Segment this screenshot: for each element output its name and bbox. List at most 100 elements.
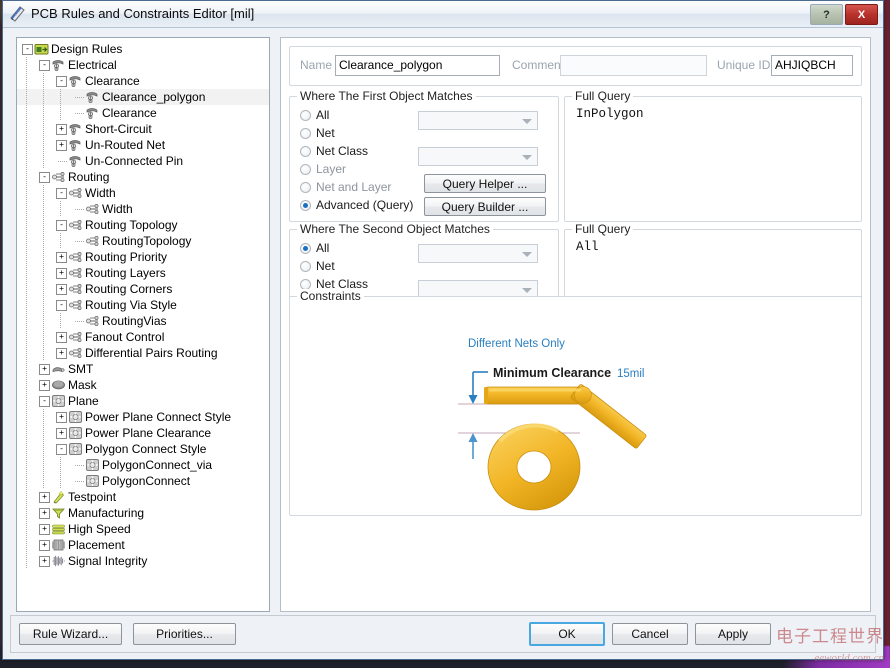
second-object-net-combo[interactable]: [418, 244, 538, 263]
design-rules-tree[interactable]: - Design Rules - Electrical - Clearance Cleara…: [16, 37, 270, 612]
tree-item-label: Width: [85, 186, 116, 200]
close-button[interactable]: X: [845, 4, 878, 25]
tree-guide-line: [43, 121, 44, 137]
tree-item-routing[interactable]: - Routing: [17, 169, 269, 185]
tree-item-mask[interactable]: + Mask: [17, 377, 269, 393]
apply-button[interactable]: Apply: [695, 623, 771, 645]
expand-toggle-icon[interactable]: +: [56, 268, 67, 279]
expand-toggle-icon[interactable]: +: [39, 380, 50, 391]
tree-item-routing-corners[interactable]: + Routing Corners: [17, 281, 269, 297]
tree-item-fanout-control[interactable]: + Fanout Control: [17, 329, 269, 345]
rule-wizard-button[interactable]: Rule Wizard...: [19, 623, 122, 645]
first-object-netclass-combo[interactable]: [418, 147, 538, 166]
tree-item-width[interactable]: Width: [17, 201, 269, 217]
tree-item-routing-topology[interactable]: - Routing Topology: [17, 217, 269, 233]
collapse-toggle-icon[interactable]: -: [39, 396, 50, 407]
collapse-toggle-icon[interactable]: -: [56, 220, 67, 231]
tree-guide-line: [43, 233, 44, 249]
routing-icon: [68, 186, 83, 200]
expand-toggle-icon[interactable]: +: [39, 556, 50, 567]
tree-item-polygonconnect[interactable]: PolygonConnect: [17, 473, 269, 489]
desktop-taskbar-strip: [0, 659, 890, 668]
tree-item-routing-priority[interactable]: + Routing Priority: [17, 249, 269, 265]
expand-toggle-icon[interactable]: +: [56, 284, 67, 295]
tree-item-signal-integrity[interactable]: + Signal Integrity: [17, 553, 269, 569]
tree-item-placement[interactable]: + Placement: [17, 537, 269, 553]
first-full-query-group: Full Query InPolygon: [564, 89, 862, 222]
expand-toggle-icon[interactable]: +: [56, 124, 67, 135]
ok-button[interactable]: OK: [529, 622, 605, 646]
collapse-toggle-icon[interactable]: -: [56, 444, 67, 455]
tree-item-manufacturing[interactable]: + Manufacturing: [17, 505, 269, 521]
tree-item-smt[interactable]: + SMT: [17, 361, 269, 377]
pcb-rules-dialog: PCB Rules and Constraints Editor [mil] ?…: [2, 0, 884, 660]
tree-item-design-rules[interactable]: - Design Rules: [17, 41, 269, 57]
expand-toggle-icon[interactable]: +: [56, 348, 67, 359]
tree-item-electrical[interactable]: - Electrical: [17, 57, 269, 73]
collapse-toggle-icon[interactable]: -: [56, 188, 67, 199]
tree-item-label: Clearance: [85, 74, 140, 88]
tree-item-label: Mask: [68, 378, 97, 392]
tree-item-differential-pairs-routing[interactable]: + Differential Pairs Routing: [17, 345, 269, 361]
second-full-query-text[interactable]: All: [576, 240, 599, 254]
tree-item-un-connected-pin[interactable]: Un-Connected Pin: [17, 153, 269, 169]
tree-item-clearance[interactable]: Clearance: [17, 105, 269, 121]
first-full-query-text[interactable]: InPolygon: [576, 107, 644, 121]
tree-item-routing-layers[interactable]: + Routing Layers: [17, 265, 269, 281]
tree-item-width[interactable]: - Width: [17, 185, 269, 201]
expand-toggle-icon[interactable]: +: [56, 140, 67, 151]
cancel-button[interactable]: Cancel: [612, 623, 688, 645]
first-object-net-combo[interactable]: [418, 111, 538, 130]
collapse-toggle-icon[interactable]: -: [56, 300, 67, 311]
first-query-builder-button[interactable]: Query Builder ...: [424, 197, 546, 216]
smt-icon: [51, 362, 66, 376]
collapse-toggle-icon[interactable]: -: [56, 76, 67, 87]
tree-item-clearance[interactable]: - Clearance: [17, 73, 269, 89]
expand-toggle-icon[interactable]: +: [39, 540, 50, 551]
tree-guide-line: [26, 393, 27, 409]
plane-icon: [68, 410, 83, 424]
routing-icon: [51, 170, 66, 184]
tree-elbow-line: [75, 113, 84, 114]
expand-toggle-icon[interactable]: +: [39, 524, 50, 535]
radio-label: All: [316, 108, 330, 122]
tree-item-short-circuit[interactable]: + Short-Circuit: [17, 121, 269, 137]
tree-item-clearance-polygon[interactable]: Clearance_polygon: [17, 89, 269, 105]
tree-item-power-plane-connect-style[interactable]: + Power Plane Connect Style: [17, 409, 269, 425]
help-button[interactable]: ?: [810, 4, 843, 25]
tree-item-routingvias[interactable]: RoutingVias: [17, 313, 269, 329]
priorities-button[interactable]: Priorities...: [133, 623, 236, 645]
tree-item-testpoint[interactable]: + Testpoint: [17, 489, 269, 505]
expand-toggle-icon[interactable]: +: [39, 492, 50, 503]
first-object-group: Where The First Object Matches All Net Net…: [289, 89, 559, 222]
plane-icon: [51, 394, 66, 408]
tree-guide-line: [43, 409, 44, 425]
unique-id-input[interactable]: AHJIQBCH: [771, 55, 853, 76]
tree-item-plane[interactable]: - Plane: [17, 393, 269, 409]
tree-guide-line: [26, 281, 27, 297]
routing-icon: [68, 282, 83, 296]
comment-input[interactable]: [560, 55, 707, 76]
first-query-helper-button[interactable]: Query Helper ...: [424, 174, 546, 193]
tree-item-routingtopology[interactable]: RoutingTopology: [17, 233, 269, 249]
minimum-clearance-value: 15mil: [617, 368, 644, 380]
tree-item-un-routed-net[interactable]: + Un-Routed Net: [17, 137, 269, 153]
collapse-toggle-icon[interactable]: -: [39, 172, 50, 183]
tree-item-routing-via-style[interactable]: - Routing Via Style: [17, 297, 269, 313]
tree-item-polygonconnect-via[interactable]: PolygonConnect_via: [17, 457, 269, 473]
expand-toggle-icon[interactable]: +: [56, 428, 67, 439]
expand-toggle-icon[interactable]: +: [56, 332, 67, 343]
constraints-group: Constraints Different Nets Only Minimum …: [289, 289, 862, 516]
tree-item-power-plane-clearance[interactable]: + Power Plane Clearance: [17, 425, 269, 441]
tree-item-high-speed[interactable]: + High Speed: [17, 521, 269, 537]
collapse-toggle-icon[interactable]: -: [22, 44, 33, 55]
tree-item-label: Un-Connected Pin: [85, 154, 184, 168]
tree-item-label: Width: [102, 202, 133, 216]
name-input[interactable]: Clearance_polygon: [335, 55, 500, 76]
expand-toggle-icon[interactable]: +: [56, 412, 67, 423]
collapse-toggle-icon[interactable]: -: [39, 60, 50, 71]
expand-toggle-icon[interactable]: +: [56, 252, 67, 263]
expand-toggle-icon[interactable]: +: [39, 508, 50, 519]
tree-item-polygon-connect-style[interactable]: - Polygon Connect Style: [17, 441, 269, 457]
expand-toggle-icon[interactable]: +: [39, 364, 50, 375]
